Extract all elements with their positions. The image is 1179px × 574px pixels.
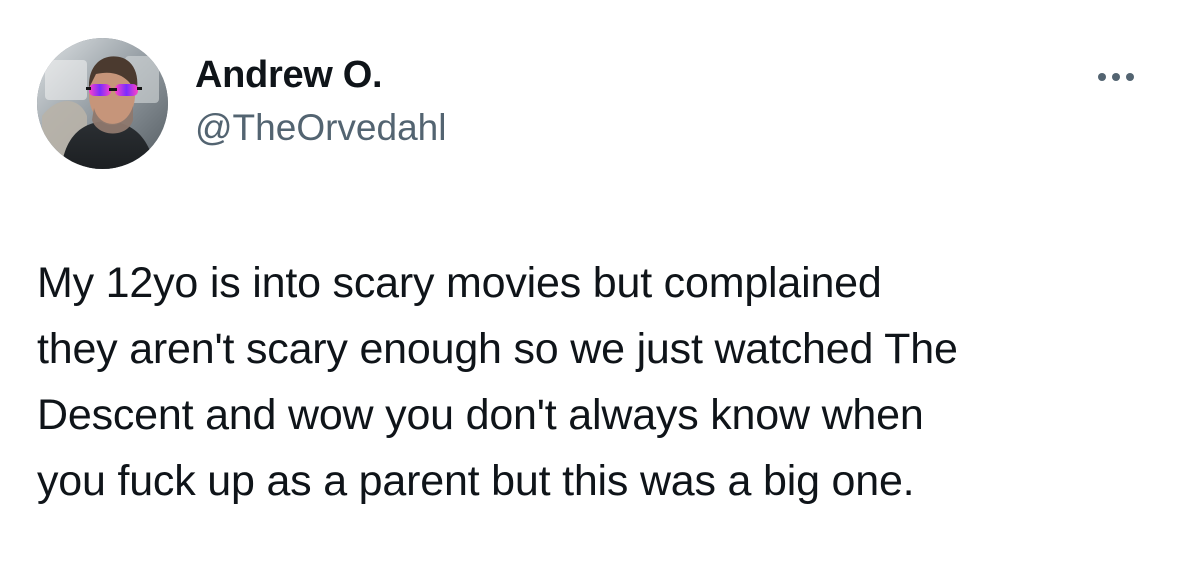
author-display-name[interactable]: Andrew O. — [195, 51, 955, 99]
author-handle[interactable]: @TheOrvedahl — [195, 105, 955, 151]
more-horizontal-icon — [1098, 73, 1106, 81]
tweet-text: My 12yo is into scary movies but complai… — [37, 250, 1162, 514]
more-horizontal-icon — [1126, 73, 1134, 81]
tweet-text-line: they aren't scary enough so we just watc… — [37, 325, 958, 373]
tweet-text-line: Descent and wow you don't always know wh… — [37, 391, 924, 439]
tweet-card: Andrew O. @TheOrvedahl My 12yo is into s… — [0, 0, 1179, 574]
author-identity: Andrew O. @TheOrvedahl — [195, 51, 955, 151]
profile-photo-icon — [37, 38, 168, 169]
tweet-text-line: you fuck up as a parent but this was a b… — [37, 457, 915, 505]
tweet-text-line: My 12yo is into scary movies but complai… — [37, 259, 882, 307]
avatar[interactable] — [37, 38, 168, 169]
tweet-header: Andrew O. @TheOrvedahl — [37, 38, 1147, 170]
more-options-button[interactable] — [1087, 62, 1145, 92]
more-horizontal-icon — [1112, 73, 1120, 81]
